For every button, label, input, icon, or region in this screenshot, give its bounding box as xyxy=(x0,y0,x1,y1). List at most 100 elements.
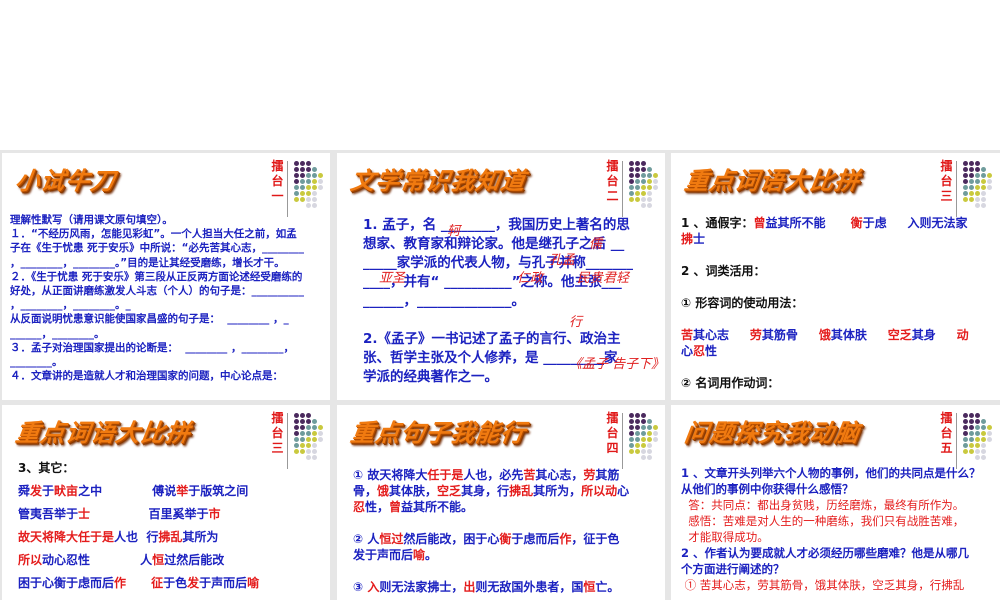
dot xyxy=(963,191,968,196)
slide-thumbnail-2[interactable]: 文学常识我知道 擂台二 1. 孟子，名 ________，我国历史上著名的思 想家、教… xyxy=(337,153,665,400)
dot xyxy=(647,449,652,454)
dot xyxy=(647,413,652,418)
text-line: ，________，________。_ xyxy=(10,298,304,312)
dot xyxy=(300,173,305,178)
dot xyxy=(981,161,986,166)
highlight-text: 劳 xyxy=(583,468,596,482)
text-line: 从他们的事例中你获得什么感悟？ xyxy=(681,481,981,497)
dot xyxy=(629,425,634,430)
dot xyxy=(306,167,311,172)
dot xyxy=(318,203,323,208)
highlight-text: 市 xyxy=(208,507,221,521)
dot xyxy=(647,179,652,184)
dot xyxy=(300,431,305,436)
dot xyxy=(312,173,317,178)
dot xyxy=(969,185,974,190)
dot-grid-decoration xyxy=(294,161,323,208)
dot xyxy=(981,425,986,430)
dot xyxy=(963,437,968,442)
dot xyxy=(294,437,299,442)
slide-thumbnail-5[interactable]: 重点句子我能行 擂台四 ① 故天将降大任于是人也，必先苦其心志，劳其筋 骨，饿其体肤，… xyxy=(337,405,665,600)
text-run: 则无法家拂士， xyxy=(379,580,464,594)
dot xyxy=(300,443,305,448)
dot xyxy=(647,455,652,460)
dot xyxy=(981,167,986,172)
text-run: ４．文章讲的是造就人才和治理国家的问题，中心论点是： xyxy=(10,370,283,383)
text-line xyxy=(353,563,629,579)
highlight-text: 曾 xyxy=(753,216,766,230)
slide-thumbnail-4[interactable]: 重点词语大比拼 擂台三 3、其它： 舜发于畎亩之中 傅说举于版筑之间 管夷吾举于士 百里… xyxy=(2,405,330,600)
text-line: ______，________。 xyxy=(10,327,304,341)
text-run: 于版筑之间 xyxy=(188,484,249,498)
text-run: 个方面进行阐述的？ xyxy=(681,562,785,576)
dot xyxy=(975,203,980,208)
highlight-text: 衡 xyxy=(850,216,863,230)
dot xyxy=(635,167,640,172)
dot xyxy=(312,437,317,442)
dot xyxy=(300,179,305,184)
dot xyxy=(653,431,658,436)
text-run: 过然后能改 xyxy=(164,553,225,567)
dot xyxy=(318,431,323,436)
text-run: ③ xyxy=(353,580,368,594)
text-run: 人 xyxy=(90,553,153,567)
dot xyxy=(981,203,986,208)
slide-title: 重点句子我能行 xyxy=(348,418,528,447)
dot xyxy=(629,431,634,436)
dot xyxy=(318,197,323,202)
highlight-text: 所以 xyxy=(18,553,43,567)
dot xyxy=(635,437,640,442)
dot xyxy=(306,449,311,454)
dot xyxy=(306,191,311,196)
dot xyxy=(987,413,992,418)
dot xyxy=(318,443,323,448)
divider xyxy=(287,413,288,469)
dot xyxy=(647,185,652,190)
dot xyxy=(306,161,311,166)
slide-thumbnail-6[interactable]: 问题探究我动脑 擂台五 1 、文章开头列举六个人物的事例，他们的共同点是什么？ 从他们… xyxy=(671,405,1000,600)
dot xyxy=(963,185,968,190)
text-line: 发于声而后喻。 xyxy=(353,547,629,563)
text-run: 理解性默写（请用课文原句填空）。 xyxy=(10,214,173,226)
slide-body: ① 故天将降大任于是人也，必先苦其心志，劳其筋 骨，饿其体肤，空乏其身，行拂乱其所… xyxy=(353,467,629,595)
dot xyxy=(647,191,652,196)
dot xyxy=(318,191,323,196)
dot xyxy=(987,179,992,184)
text-line: ② 名词用作动词： xyxy=(681,375,969,391)
dot xyxy=(629,443,634,448)
dot xyxy=(635,419,640,424)
dot xyxy=(975,197,980,202)
dot xyxy=(300,185,305,190)
text-run: ① 故天将降大 xyxy=(353,468,428,482)
highlight-text: 饿 xyxy=(377,484,390,498)
highlight-text: 出 xyxy=(463,580,476,594)
text-line: 故天将降大任于是人也 行拂乱其所为 xyxy=(18,526,259,549)
dot xyxy=(294,185,299,190)
dot xyxy=(318,437,323,442)
dot xyxy=(318,185,323,190)
dot xyxy=(635,449,640,454)
dot xyxy=(294,197,299,202)
dot xyxy=(987,449,992,454)
text-run: ______，______________。 xyxy=(363,293,525,309)
dot xyxy=(981,191,986,196)
dot xyxy=(975,455,980,460)
text-run: 性 xyxy=(705,344,718,358)
text-line: 忍性，曾益其所不能。 xyxy=(353,499,629,515)
dot xyxy=(987,173,992,178)
round-badge: 擂台二 xyxy=(606,159,619,203)
dot xyxy=(969,203,974,208)
dot xyxy=(647,197,652,202)
dot xyxy=(653,185,658,190)
dot xyxy=(969,449,974,454)
dot xyxy=(306,443,311,448)
dot xyxy=(306,431,311,436)
text-line: ② 人恒过然后能改，困于心衡于虑而后作，征于色 xyxy=(353,531,629,547)
dot xyxy=(969,173,974,178)
slide-thumbnail-1[interactable]: 小试牛刀 擂台一 理解性默写（请用课文原句填空）。 １．“不经历风雨，怎能见彩虹”。一… xyxy=(2,153,330,400)
highlight-text: 忍 xyxy=(693,344,706,358)
text-run: 困于心衡于虑而后 xyxy=(18,576,115,590)
highlight-text: 感悟：苦难是对人生的一种磨练，我们只有战胜苦难， xyxy=(681,514,965,528)
slide-thumbnail-3[interactable]: 重点词语大比拼 擂台三 1 、通假字：曾益其所不能 衡于虑 入则无法家 拂士 2 、词类… xyxy=(671,153,1000,400)
dot xyxy=(300,167,305,172)
